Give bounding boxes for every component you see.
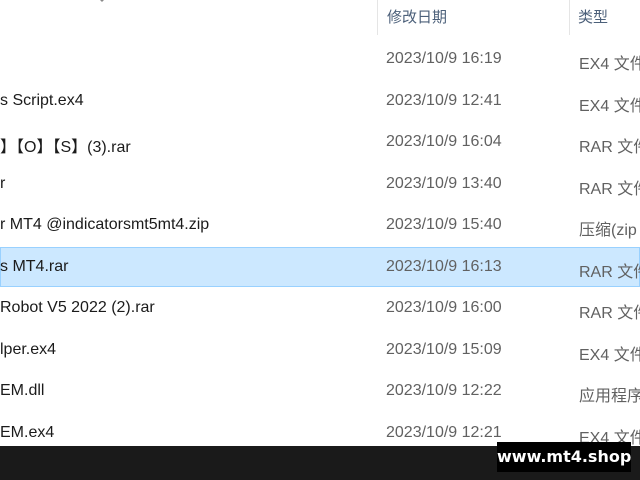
file-name: EM.dll	[0, 382, 45, 399]
column-header-bar: 修改日期 类型	[0, 0, 640, 35]
file-date: 2023/10/9 12:41	[386, 91, 502, 109]
file-date: 2023/10/9 16:04	[386, 133, 502, 150]
file-row[interactable]: s Script.ex4 2023/10/9 12:41 EX4 文件	[0, 81, 640, 121]
file-name: r MT4 @indicatorsmt5mt4.zip	[0, 216, 210, 233]
file-date: 2023/10/9 15:09	[386, 340, 502, 358]
file-date: 2023/10/9 12:21	[386, 423, 502, 441]
file-name: 】【O】【S】(3).rar	[0, 139, 131, 156]
file-row[interactable]: r 2023/10/9 13:40 RAR 文件	[0, 164, 640, 204]
file-name: EM.ex4	[0, 423, 55, 441]
file-date: 2023/10/9 16:00	[386, 299, 502, 316]
file-type: RAR 文件	[579, 305, 640, 322]
file-type: 应用程序	[579, 388, 640, 405]
file-type: EX4 文件	[579, 56, 640, 73]
column-header-date[interactable]: 修改日期	[387, 6, 447, 27]
file-name: lper.ex4	[0, 340, 57, 358]
file-row[interactable]: 2023/10/9 16:19 EX4 文件	[0, 39, 640, 79]
column-header-type[interactable]: 类型	[578, 6, 608, 27]
file-type: RAR 文件	[579, 139, 640, 156]
file-row[interactable]: EM.dll 2023/10/9 12:22 应用程序	[0, 371, 640, 411]
file-type: RAR 文件	[579, 180, 640, 198]
file-name: s Script.ex4	[0, 91, 84, 109]
file-row[interactable]: 】【O】【S】(3).rar 2023/10/9 16:04 RAR 文件	[0, 122, 640, 162]
file-type: EX4 文件	[579, 97, 640, 115]
file-type: 压缩(zip	[579, 222, 637, 239]
file-name: Robot V5 2022 (2).rar	[0, 299, 155, 316]
file-date: 2023/10/9 12:22	[386, 382, 502, 399]
file-row[interactable]: Robot V5 2022 (2).rar 2023/10/9 16:00 RA…	[0, 288, 640, 328]
file-row[interactable]: r MT4 @indicatorsmt5mt4.zip 2023/10/9 15…	[0, 205, 640, 245]
column-separator[interactable]	[569, 0, 570, 35]
file-row[interactable]: lper.ex4 2023/10/9 15:09 EX4 文件	[0, 330, 640, 370]
file-name: r	[0, 174, 6, 192]
file-date: 2023/10/9 15:40	[386, 216, 502, 233]
column-separator[interactable]	[377, 0, 378, 35]
file-date: 2023/10/9 16:13	[386, 257, 502, 275]
file-row-selected[interactable]: s MT4.rar 2023/10/9 16:13 RAR 文件	[0, 246, 640, 287]
file-type: EX4 文件	[579, 346, 640, 364]
file-date: 2023/10/9 16:19	[386, 50, 502, 67]
file-name: s MT4.rar	[0, 257, 69, 275]
file-list: 2023/10/9 16:19 EX4 文件 s Script.ex4 2023…	[0, 39, 640, 454]
file-type: RAR 文件	[579, 263, 640, 281]
file-date: 2023/10/9 13:40	[386, 174, 502, 192]
sort-chevron-icon[interactable]	[95, 0, 109, 6]
watermark: www.mt4.shop	[497, 442, 631, 472]
